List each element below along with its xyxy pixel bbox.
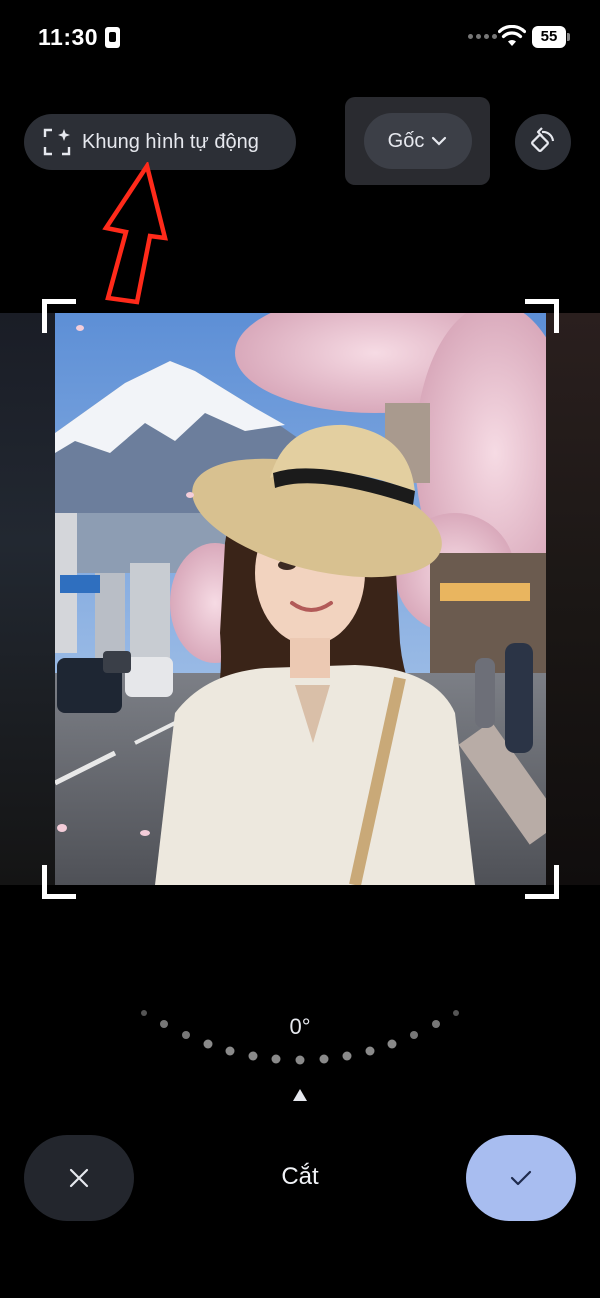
rotation-angle: 0° xyxy=(289,1014,311,1039)
auto-frame-sparkle-icon xyxy=(43,128,71,156)
auto-frame-label: Khung hình tự động xyxy=(82,130,259,153)
check-icon xyxy=(510,1170,532,1186)
battery-level: 55 xyxy=(532,26,566,48)
image-overflow-right xyxy=(546,313,600,885)
battery-icon: 55 xyxy=(532,26,570,48)
signal-icon xyxy=(468,34,497,39)
rotate-icon xyxy=(531,127,555,152)
dial-pointer-icon xyxy=(293,1089,307,1101)
rotate-button[interactable] xyxy=(515,114,571,170)
crop-handle-bottom-right[interactable] xyxy=(525,865,559,899)
confirm-button[interactable] xyxy=(466,1135,576,1221)
close-icon xyxy=(69,1168,89,1188)
annotation-arrow-icon xyxy=(102,162,168,305)
sim-icon xyxy=(105,27,120,48)
wifi-icon xyxy=(498,25,526,46)
crop-handle-bottom-left[interactable] xyxy=(42,865,76,899)
chevron-down-icon xyxy=(432,136,447,146)
crop-image[interactable] xyxy=(55,313,546,885)
crop-handle-top-left[interactable] xyxy=(42,299,76,333)
status-bar: 11:30 55 xyxy=(0,0,600,76)
aspect-ratio-dropdown[interactable]: Gốc xyxy=(364,113,472,169)
aspect-ratio-label: Gốc xyxy=(387,129,425,152)
screen-title: Cắt xyxy=(281,1163,319,1190)
image-overflow-left xyxy=(0,313,55,885)
cancel-button[interactable] xyxy=(24,1135,134,1221)
crop-handle-top-right[interactable] xyxy=(525,299,559,333)
status-time: 11:30 xyxy=(38,24,99,50)
